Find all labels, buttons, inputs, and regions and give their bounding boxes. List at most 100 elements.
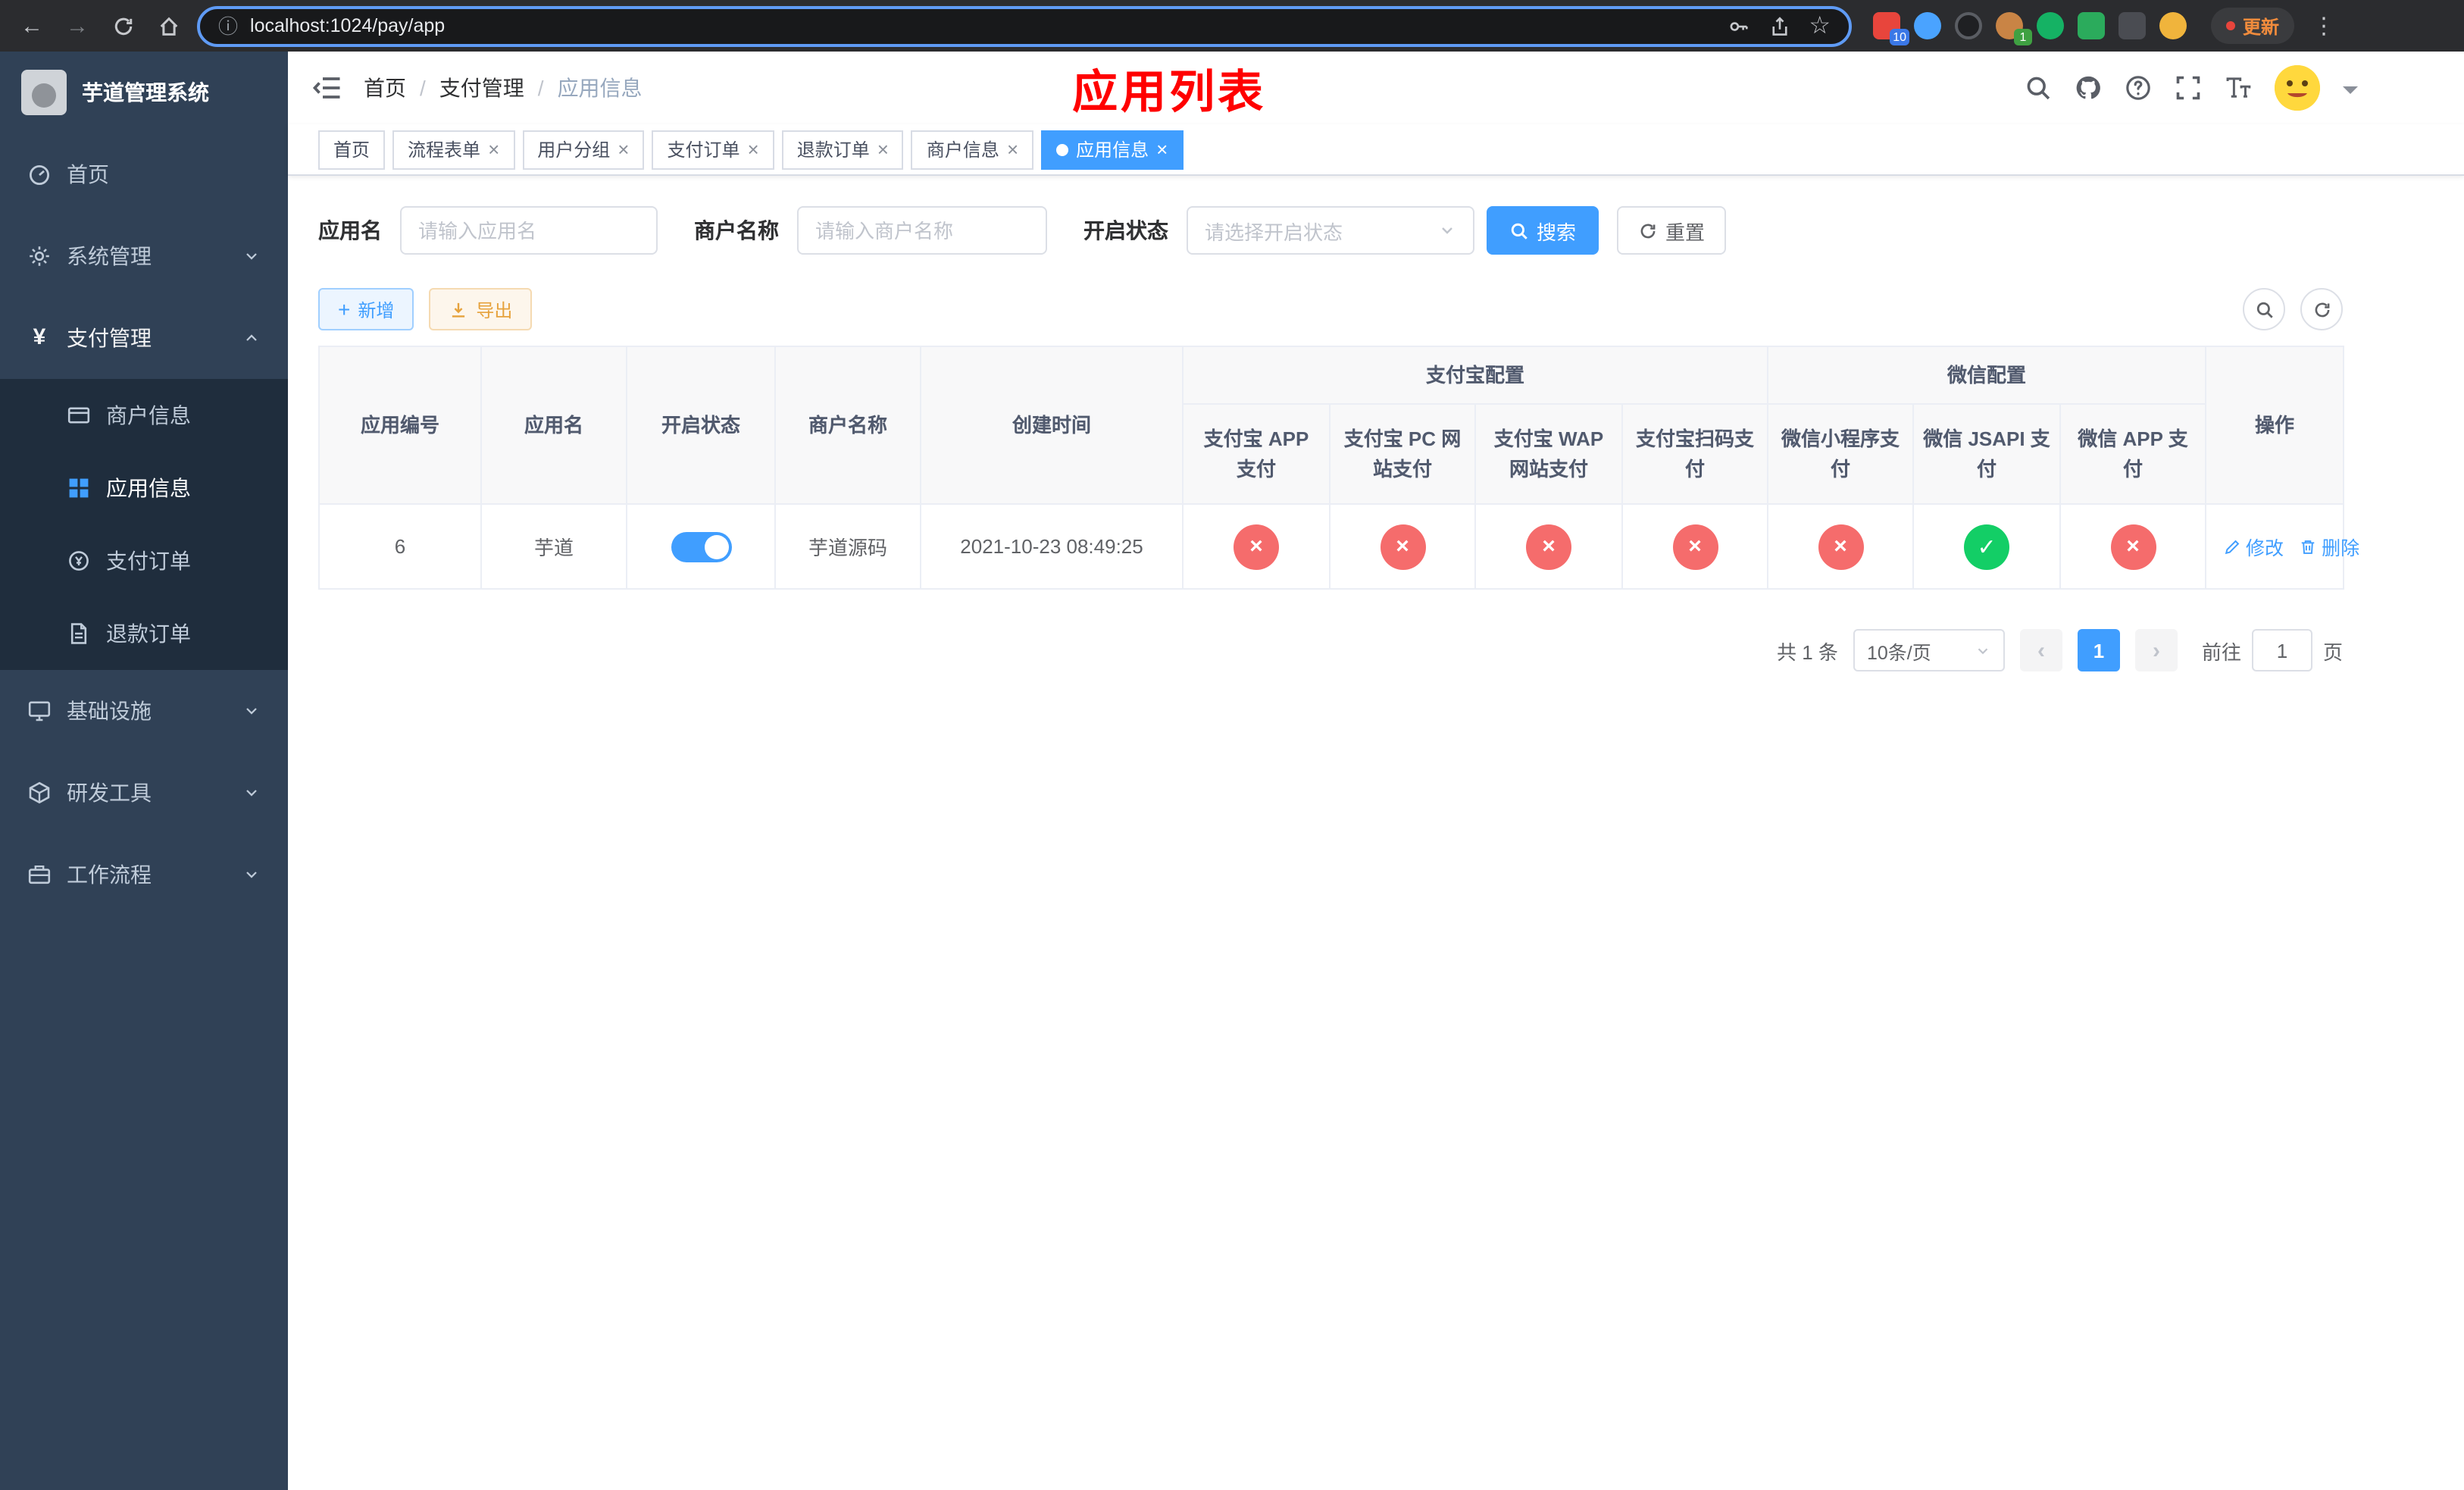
tab-refund-order[interactable]: 退款订单 × [781,130,904,169]
close-icon[interactable]: × [618,139,629,159]
sidebar-item-refund-order[interactable]: 退款订单 [0,597,288,670]
extension-icon-1[interactable]: 10 [1873,12,1909,45]
avatar-caret-icon[interactable] [2343,86,2358,102]
sidebar-item-pay-order[interactable]: 支付订单 [0,524,288,597]
sidebar-item-app-info[interactable]: 应用信息 [0,452,288,524]
toggle-search-button[interactable] [2243,288,2285,330]
close-icon[interactable]: × [1156,139,1168,159]
sidebar-item-infrastructure[interactable]: 基础设施 [0,670,288,752]
close-icon[interactable]: × [488,139,499,159]
logo-image [21,70,67,115]
extension-icon-8[interactable] [2159,12,2187,39]
trash-icon [2301,540,2315,553]
close-icon[interactable]: × [877,139,889,159]
search-button[interactable]: 搜索 [1487,206,1599,255]
tags-bar: 首页 流程表单 × 用户分组 × 支付订单 × 退款订单 × 商户信息 × 应用… [288,124,2464,176]
page-1-button[interactable]: 1 [2077,629,2120,671]
col-app-id: 应用编号 [318,346,482,505]
tab-pay-order[interactable]: 支付订单 × [652,130,774,169]
search-icon[interactable] [2025,74,2052,102]
help-icon[interactable] [2125,74,2152,102]
collapse-sidebar-icon[interactable] [312,73,342,103]
address-bar-actions: ☆ [1727,11,1831,41]
content: 应用名 商户名称 开启状态 请选择开启状态 搜索 [288,206,2373,671]
status-toggle[interactable] [671,531,731,562]
bookmark-star-icon[interactable]: ☆ [1809,11,1831,41]
col-status: 开启状态 [626,346,776,505]
tab-home[interactable]: 首页 [318,130,386,169]
prev-page-button[interactable]: ‹ [2019,629,2062,671]
forward-icon[interactable]: → [61,9,94,42]
table-toolbar: + 新增 导出 [318,288,2343,330]
next-page-button[interactable]: › [2134,629,2178,671]
col-created: 创建时间 [920,346,1184,505]
app-logo[interactable]: 芋道管理系统 [0,52,288,133]
app-name-input[interactable] [400,206,658,255]
breadcrumb-home[interactable]: 首页 [364,73,406,103]
delete-button[interactable]: 删除 [2299,532,2359,561]
sidebar-item-pay[interactable]: ¥ 支付管理 [0,297,288,379]
monitor-icon [28,701,51,722]
page-info-icon[interactable]: ⓘ [218,16,238,36]
add-button[interactable]: + 新增 [318,288,414,330]
user-avatar[interactable] [2275,65,2320,111]
reset-button[interactable]: 重置 [1617,206,1727,255]
sidebar: 芋道管理系统 首页 系统管理 ¥ 支付管理 商户信息 应用信息 支付订单 退款订… [0,52,288,1490]
extension-icon-2[interactable] [1914,12,1941,39]
url-text: localhost:1024/pay/app [250,15,446,36]
chevron-down-icon [1978,647,1988,654]
tab-app-info[interactable]: 应用信息 × [1041,130,1184,169]
extension-icon-5[interactable] [2037,12,2064,39]
extension-icon-7[interactable] [2118,12,2146,39]
address-bar[interactable]: ⓘ localhost:1024/pay/app ☆ [197,5,1852,46]
emoji-face-icon [2275,65,2320,111]
edit-button[interactable]: 修改 [2223,532,2284,561]
breadcrumb-separator: / [537,76,544,100]
tab-merchant-info[interactable]: 商户信息 × [911,130,1034,169]
extension-icon-6[interactable] [2078,12,2105,39]
extension-icon-4[interactable]: 1 [1996,12,2032,45]
sidebar-item-workflow[interactable]: 工作流程 [0,834,288,916]
fullscreen-icon[interactable] [2175,74,2202,102]
goto-page-input[interactable] [2251,629,2312,671]
tab-user-group[interactable]: 用户分组 × [522,130,645,169]
edit-pencil-icon [2225,539,2240,554]
search-icon [1511,222,1527,239]
export-button[interactable]: 导出 [429,288,533,330]
password-key-icon[interactable] [1727,14,1750,37]
cell-app-id: 6 [318,503,482,590]
col-app-name: 应用名 [480,346,627,505]
sidebar-item-merchant-info[interactable]: 商户信息 [0,379,288,452]
sidebar-item-dev-tools[interactable]: 研发工具 [0,752,288,834]
refresh-icon [1640,223,1656,238]
browser-menu-icon[interactable]: ⋮ [2312,12,2335,39]
navbar-actions [2025,65,2358,111]
search-icon [2256,301,2272,318]
home-icon[interactable] [152,9,185,42]
share-icon[interactable] [1768,14,1790,37]
tab-process-form[interactable]: 流程表单 × [392,130,515,169]
sidebar-item-system[interactable]: 系统管理 [0,215,288,297]
merchant-name-input[interactable] [797,206,1047,255]
sidebar-item-home[interactable]: 首页 [0,133,288,215]
close-icon[interactable]: × [1007,139,1018,159]
extensions-row: 10 1 [1873,12,2187,45]
back-icon[interactable]: ← [15,9,48,42]
page-title: 应用列表 [1072,68,1267,118]
github-icon[interactable] [2075,74,2102,102]
app-name-label: 应用名 [318,218,382,243]
page-size-select[interactable]: 10条/页 [1853,629,2005,671]
screen: ← → ⓘ localhost:1024/pay/app ☆ 10 1 更新 ⋮… [0,0,2464,1490]
extension-icon-3[interactable] [1955,12,1982,39]
filter-form: 应用名 商户名称 开启状态 请选择开启状态 搜索 [318,206,2343,255]
reload-icon[interactable] [106,9,139,42]
extension-badge: 1 [2014,29,2032,45]
breadcrumb-pay[interactable]: 支付管理 [439,73,524,103]
browser-update-button[interactable]: 更新 [2211,8,2295,44]
close-icon[interactable]: × [748,139,759,159]
refresh-table-button[interactable] [2300,288,2343,330]
status-select[interactable]: 请选择开启状态 [1187,206,1474,255]
pay-submenu: 商户信息 应用信息 支付订单 退款订单 [0,379,288,670]
font-size-icon[interactable] [2225,74,2252,102]
alipay-pc-status-icon: × [1380,524,1425,569]
